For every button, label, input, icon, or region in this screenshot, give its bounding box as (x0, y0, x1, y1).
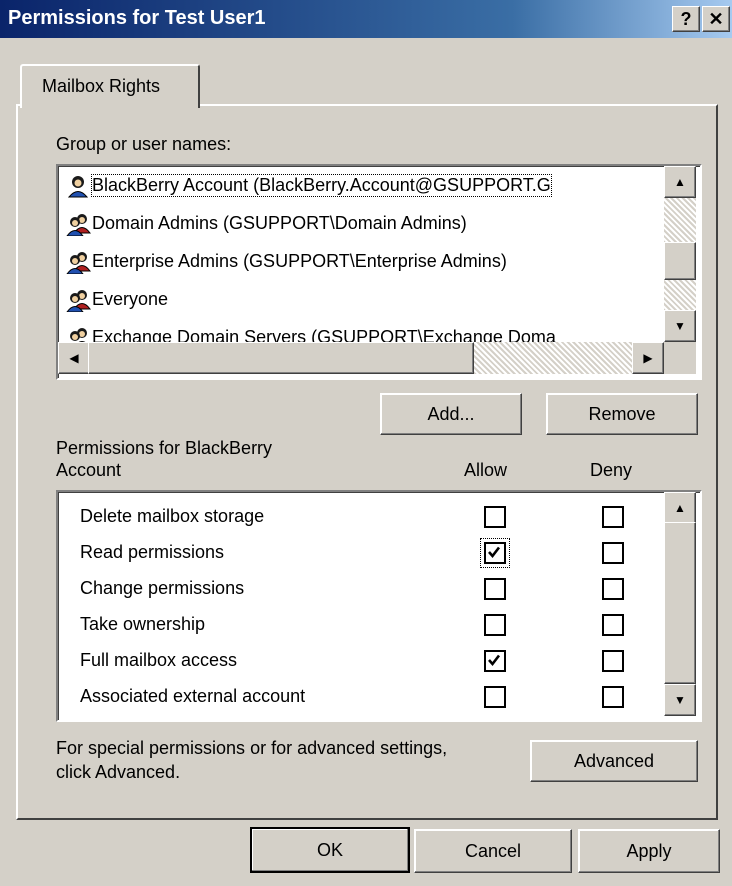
permission-label: Full mailbox access (80, 650, 238, 670)
add-button-label: Add... (427, 404, 475, 424)
group-list-hscrollbar[interactable]: ◀ ▶ (58, 342, 664, 374)
scroll-left-button[interactable]: ◀ (58, 342, 90, 374)
add-button[interactable]: Add... (380, 393, 522, 435)
scroll-down-button[interactable]: ▼ (664, 310, 696, 342)
deny-checkbox[interactable] (602, 506, 624, 528)
list-item[interactable]: Enterprise Admins (GSUPPORT\Enterprise A… (58, 244, 664, 280)
advanced-note-line1: For special permissions or for advanced … (56, 738, 448, 758)
allow-checkbox[interactable] (484, 614, 506, 636)
permission-label: Read permissions (80, 542, 225, 562)
remove-button-label: Remove (588, 404, 656, 424)
group-names-label: Group or user names: (56, 134, 232, 154)
tab-label: Mailbox Rights (42, 76, 161, 96)
permissions-dialog: Permissions for Test User1 ? ✕ Mailbox R… (0, 0, 732, 886)
permissions-list[interactable]: Delete mailbox storage Read permissions Ch… (56, 490, 702, 722)
tab-mailbox-rights[interactable]: Mailbox Rights (20, 64, 200, 108)
single-user-icon (66, 174, 92, 198)
allow-checkbox[interactable] (484, 686, 506, 708)
deny-checkbox[interactable] (602, 578, 624, 600)
list-item-label: BlackBerry Account (BlackBerry.Account@G… (91, 174, 552, 197)
allow-checkbox[interactable] (484, 650, 506, 672)
advanced-note-line2: click Advanced. (56, 762, 181, 782)
apply-button-label: Apply (626, 841, 672, 861)
apply-button[interactable]: Apply (578, 829, 720, 873)
cancel-button-label: Cancel (464, 841, 522, 861)
cancel-button[interactable]: Cancel (414, 829, 572, 873)
ok-button[interactable]: OK (250, 827, 410, 873)
group-users-icon (66, 212, 92, 237)
list-item-label: Everyone (92, 289, 169, 309)
group-users-icon (66, 250, 92, 275)
list-item[interactable]: BlackBerry Account (BlackBerry.Account@G… (58, 168, 664, 204)
allow-checkbox[interactable] (484, 578, 506, 600)
ok-button-label: OK (316, 840, 343, 860)
advanced-button-label: Advanced (573, 751, 655, 771)
deny-checkbox[interactable] (602, 686, 624, 708)
scroll-up-button[interactable]: ▲ (664, 166, 696, 198)
group-user-list[interactable]: BlackBerry Account (BlackBerry.Account@G… (56, 164, 702, 380)
permissions-vscrollbar[interactable]: ▲ ▼ (664, 492, 696, 716)
allow-header: Allow (464, 460, 508, 480)
list-item-label: Enterprise Admins (GSUPPORT\Enterprise A… (92, 251, 507, 271)
remove-button[interactable]: Remove (546, 393, 698, 435)
allow-checkbox[interactable] (484, 506, 506, 528)
deny-header: Deny (590, 460, 633, 480)
deny-checkbox[interactable] (602, 542, 624, 564)
close-button[interactable]: ✕ (702, 6, 730, 32)
list-item[interactable]: Domain Admins (GSUPPORT\Domain Admins) (58, 206, 664, 242)
deny-checkbox[interactable] (602, 614, 624, 636)
deny-checkbox[interactable] (602, 650, 624, 672)
perm-scroll-thumb[interactable] (664, 522, 696, 684)
scroll-corner (664, 342, 696, 374)
permissions-label-line1: Permissions for BlackBerry (56, 438, 273, 458)
help-button[interactable]: ? (672, 6, 700, 32)
permissions-label-line2: Account (56, 460, 122, 480)
allow-checkbox[interactable] (480, 538, 510, 568)
hscroll-thumb[interactable] (88, 342, 474, 374)
perm-scroll-down-button[interactable]: ▼ (664, 684, 696, 716)
list-item[interactable]: Everyone (58, 282, 664, 318)
group-list-vscrollbar[interactable]: ▲ ▼ (664, 166, 696, 342)
advanced-button[interactable]: Advanced (530, 740, 698, 782)
list-item-label: Domain Admins (GSUPPORT\Domain Admins) (92, 213, 467, 233)
title-bar[interactable]: Permissions for Test User1 ? ✕ (0, 0, 732, 38)
window-title: Permissions for Test User1 (8, 7, 266, 29)
permission-label: Delete mailbox storage (80, 506, 265, 526)
scroll-right-button[interactable]: ▶ (632, 342, 664, 374)
permission-label: Take ownership (80, 614, 206, 634)
group-users-icon (66, 288, 92, 313)
permission-label: Change permissions (80, 578, 245, 598)
perm-scroll-up-button[interactable]: ▲ (664, 492, 696, 524)
scroll-thumb[interactable] (664, 242, 696, 280)
permission-label: Associated external account (80, 686, 306, 706)
